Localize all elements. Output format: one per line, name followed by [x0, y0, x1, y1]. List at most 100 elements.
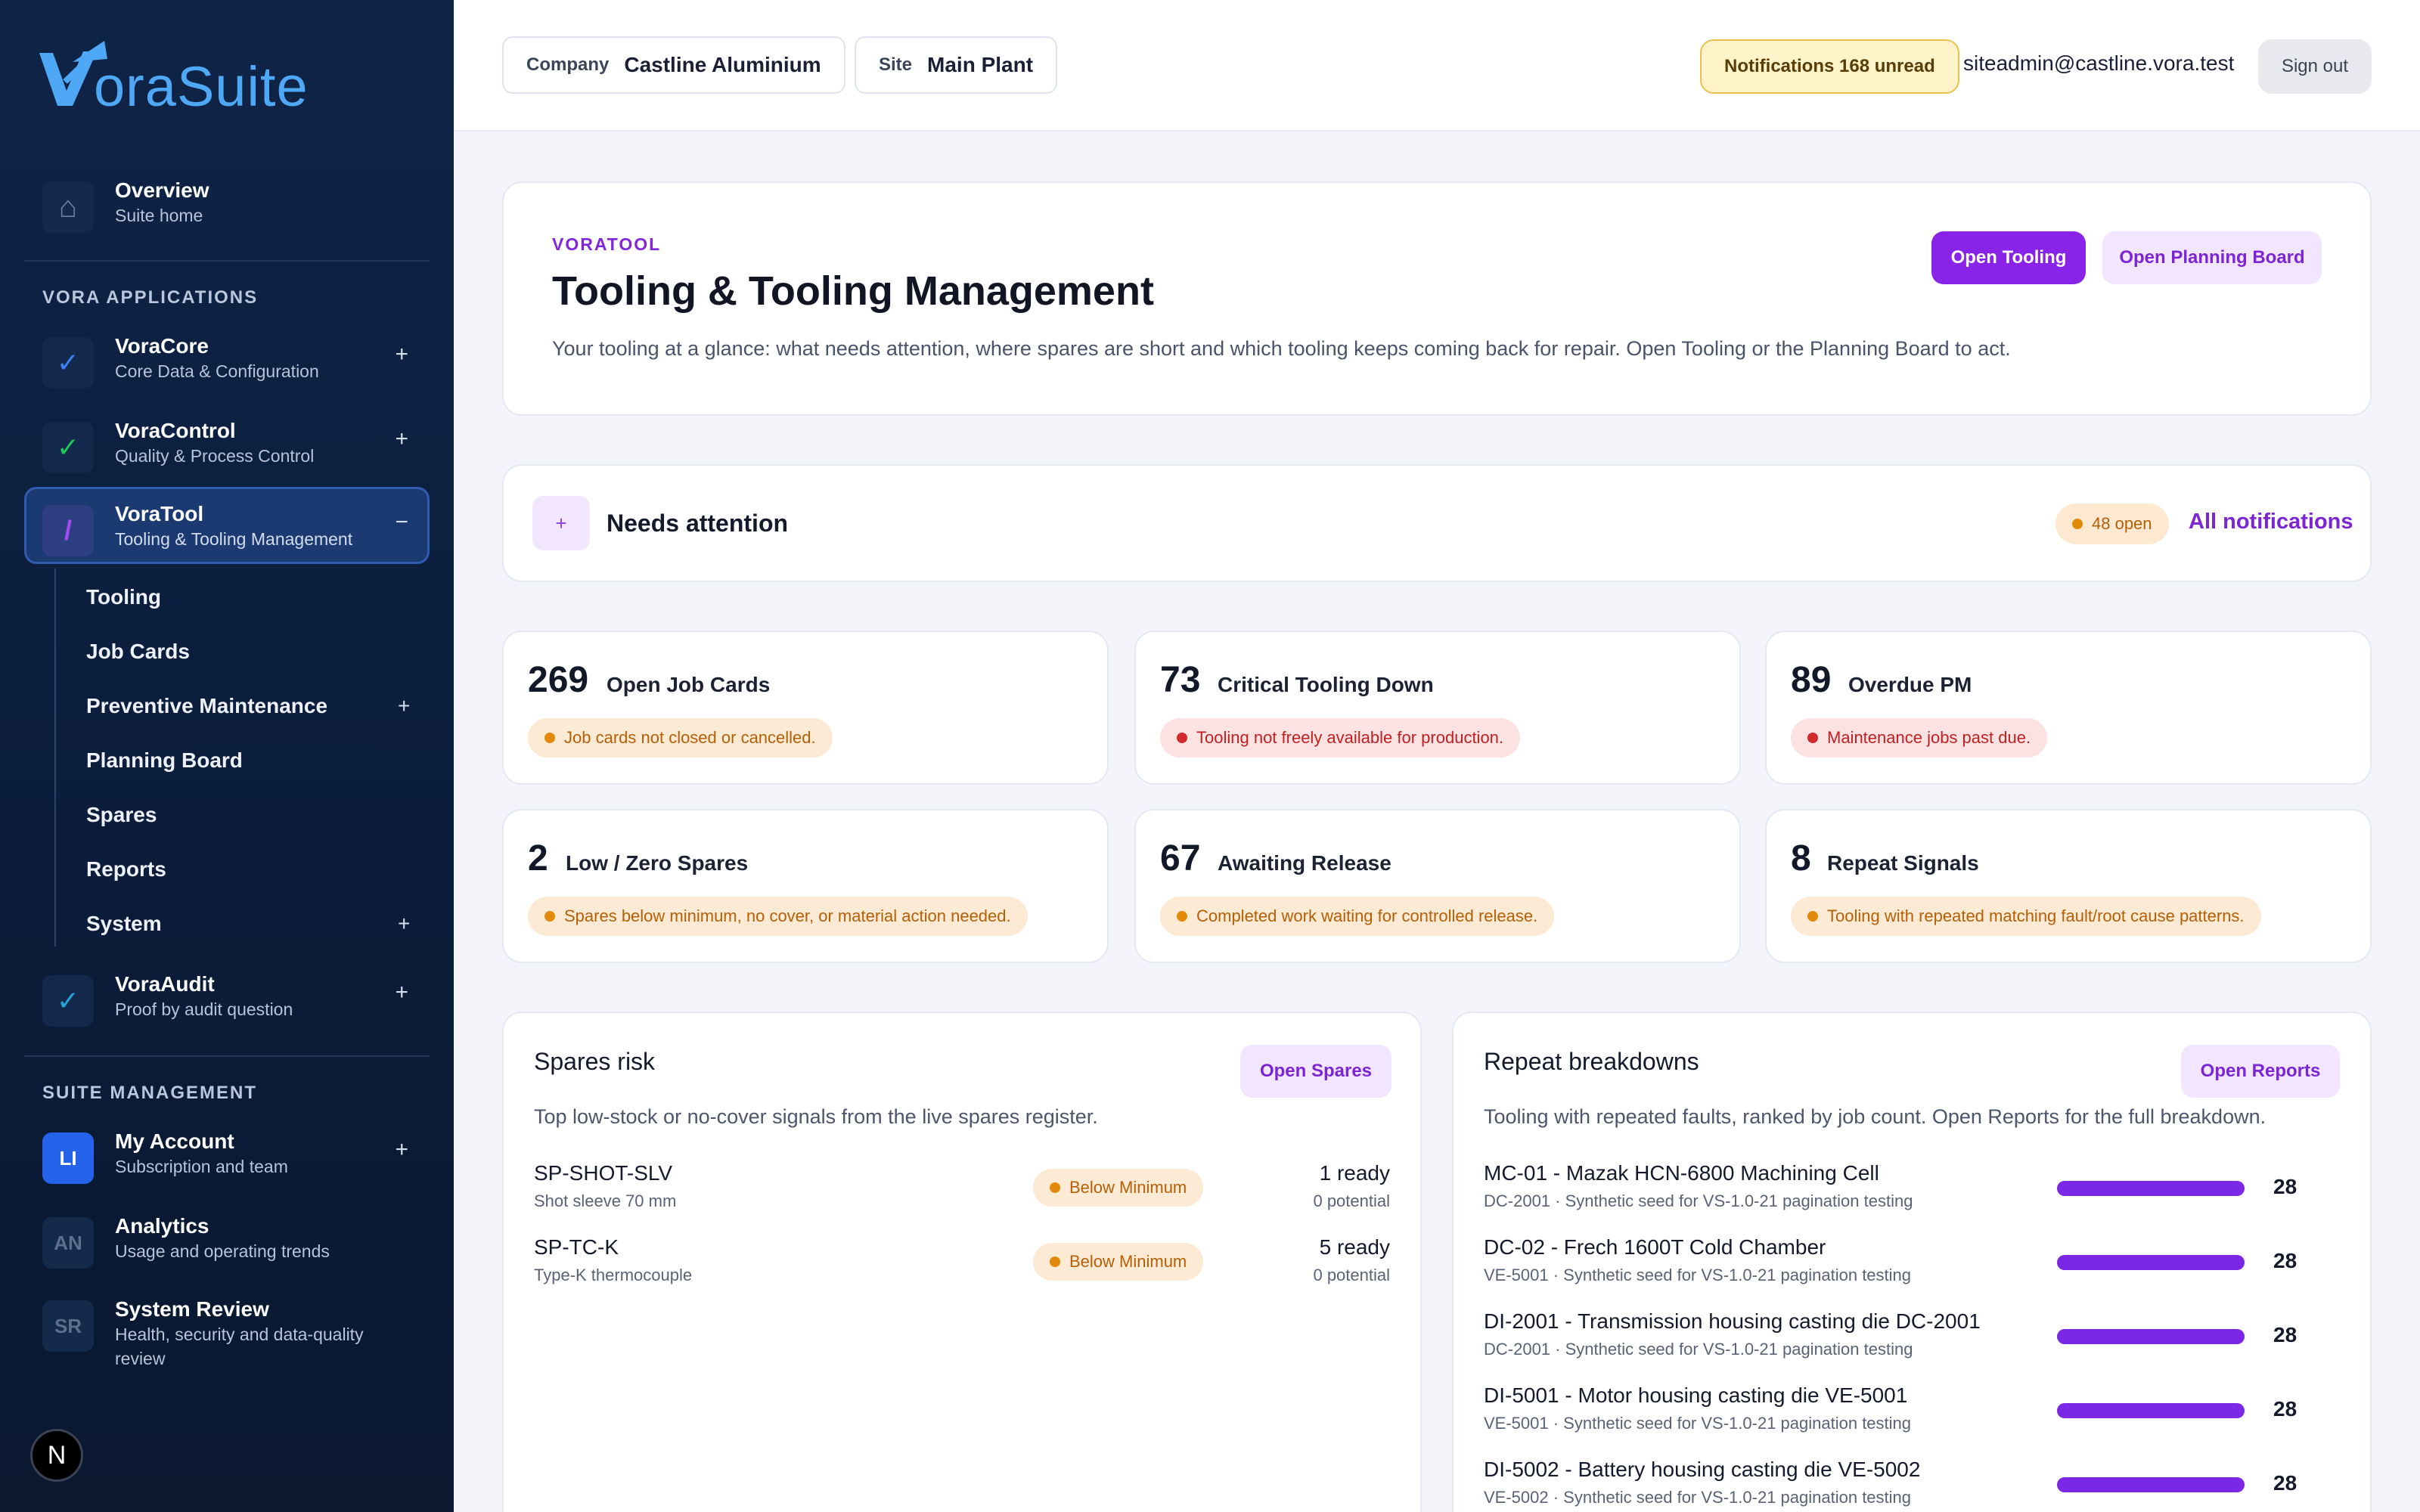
kpi-label: Awaiting Release [1218, 851, 1392, 875]
sidebar-divider [24, 1055, 430, 1057]
expand-icon[interactable]: + [395, 426, 408, 452]
company-value: Castline Aluminium [624, 53, 821, 76]
subnav-planning-board[interactable]: Planning Board [86, 748, 243, 773]
company-selector[interactable]: Company Castline Aluminium [502, 36, 845, 94]
status-dot [1177, 911, 1187, 922]
nav-my-account[interactable]: LI My Account Subscription and team + [24, 1114, 430, 1191]
subnav-system[interactable]: System [86, 912, 162, 936]
kpi-value: 67 [1160, 838, 1201, 878]
nav-my-account-subtitle: Subscription and team [115, 1157, 288, 1176]
expand-icon[interactable]: + [532, 496, 590, 550]
open-count-badge: 48 open [2055, 503, 2169, 544]
kpi-card-repeat-signals[interactable]: 8 Repeat Signals Tooling with repeated m… [1765, 809, 2372, 963]
nav-voratool[interactable]: / VoraTool Tooling & Tooling Management … [24, 487, 430, 564]
status-dot [1177, 733, 1187, 743]
nav-voracore-subtitle: Core Data & Configuration [115, 361, 319, 381]
kpi-note-text: Tooling with repeated matching fault/roo… [1827, 906, 2245, 925]
repeat-count-bar-fill [2057, 1255, 2245, 1270]
sign-out-button[interactable]: Sign out [2258, 39, 2372, 94]
nav-voracore-title: VoraCore [115, 334, 209, 358]
repeat-count-bar [2057, 1329, 2245, 1344]
site-value: Main Plant [927, 53, 1034, 76]
analytics-initials: AN [42, 1217, 94, 1269]
nav-voracontrol[interactable]: ✓ VoraControl Quality & Process Control … [24, 404, 430, 481]
repeat-count-bar-fill [2057, 1329, 2245, 1344]
spare-potential: 0 potential [1313, 1191, 1390, 1210]
user-email: siteadmin@castline.vora.test [1963, 51, 2235, 75]
repeat-count: 28 [2273, 1323, 2297, 1346]
kpi-card-overdue-pm[interactable]: 89 Overdue PM Maintenance jobs past due. [1765, 631, 2372, 785]
section-label-apps: VORA APPLICATIONS [42, 287, 259, 308]
tool-subtitle: DC-2001 · Synthetic seed for VS-1.0-21 p… [1484, 1191, 1913, 1210]
app-launcher-button[interactable]: N [30, 1429, 83, 1482]
status-dot [544, 911, 555, 922]
kpi-label: Low / Zero Spares [566, 851, 749, 875]
expand-icon[interactable]: + [398, 694, 410, 718]
nav-overview-subtitle: Suite home [115, 206, 203, 225]
tool-title: DI-2001 - Transmission housing casting d… [1484, 1309, 1981, 1333]
spare-name: Type-K thermocouple [534, 1266, 693, 1284]
status-dot [544, 733, 555, 743]
kpi-label: Repeat Signals [1827, 851, 1979, 875]
nav-analytics-subtitle: Usage and operating trends [115, 1241, 330, 1261]
kpi-card-open-job-cards[interactable]: 269 Open Job Cards Job cards not closed … [502, 631, 1109, 785]
site-selector[interactable]: Site Main Plant [855, 36, 1058, 94]
kpi-card-critical-tooling-down[interactable]: 73 Critical Tooling Down Tooling not fre… [1134, 631, 1741, 785]
open-spares-button[interactable]: Open Spares [1240, 1045, 1392, 1098]
repeat-breakdowns-title: Repeat breakdowns [1484, 1048, 1699, 1075]
sidebar: oraSuite ⌂ Overview Suite home VORA APPL… [0, 0, 454, 1512]
kpi-card-awaiting-release[interactable]: 67 Awaiting Release Completed work waiti… [1134, 809, 1741, 963]
nav-voracore[interactable]: ✓ VoraCore Core Data & Configuration + [24, 319, 430, 396]
nav-analytics[interactable]: AN Analytics Usage and operating trends [24, 1199, 430, 1276]
subnav-preventive-maintenance[interactable]: Preventive Maintenance [86, 694, 327, 718]
repeat-count: 28 [2273, 1471, 2297, 1495]
subnav-reports[interactable]: Reports [86, 857, 166, 881]
open-planning-board-button[interactable]: Open Planning Board [2102, 231, 2322, 284]
kpi-note-text: Completed work waiting for controlled re… [1196, 906, 1538, 925]
expand-icon[interactable]: + [398, 912, 410, 936]
collapse-icon[interactable]: − [395, 510, 408, 535]
open-reports-button[interactable]: Open Reports [2181, 1045, 2340, 1098]
voraSuite-logo[interactable]: oraSuite [35, 36, 352, 118]
voracore-check-icon: ✓ [42, 337, 94, 389]
nav-voracontrol-subtitle: Quality & Process Control [115, 446, 315, 466]
repeat-count-bar [2057, 1403, 2245, 1418]
open-tooling-button[interactable]: Open Tooling [1931, 231, 2086, 284]
kpi-note: Spares below minimum, no cover, or mater… [528, 897, 1028, 936]
nav-analytics-title: Analytics [115, 1214, 209, 1238]
spare-code: SP-SHOT-SLV [534, 1161, 673, 1185]
nav-system-review[interactable]: SR System Review Health, security and da… [24, 1282, 430, 1380]
repeat-count: 28 [2273, 1175, 2297, 1198]
repeat-breakdowns-description: Tooling with repeated faults, ranked by … [1484, 1105, 2266, 1128]
nav-voraaudit-subtitle: Proof by audit question [115, 999, 293, 1019]
nav-voraaudit[interactable]: ✓ VoraAudit Proof by audit question + [24, 957, 430, 1034]
all-notifications-link[interactable]: All notifications [2189, 510, 2353, 534]
kpi-note: Tooling not freely available for product… [1160, 718, 1521, 758]
status-dot [1807, 733, 1818, 743]
spare-ready: 5 ready [1319, 1235, 1390, 1259]
kpi-note-text: Job cards not closed or cancelled. [564, 728, 816, 747]
subnav-rail [54, 569, 56, 947]
kpi-note: Tooling with repeated matching fault/roo… [1791, 897, 2261, 936]
subnav-job-cards[interactable]: Job Cards [86, 640, 190, 664]
notifications-badge[interactable]: Notifications 168 unread [1700, 39, 1959, 94]
spares-risk-title: Spares risk [534, 1048, 656, 1075]
spare-potential: 0 potential [1313, 1266, 1390, 1284]
spare-ready: 1 ready [1319, 1161, 1390, 1185]
open-count-text: 48 open [2092, 514, 2152, 533]
expand-icon[interactable]: + [395, 342, 408, 367]
company-label: Company [526, 54, 610, 75]
tool-title: MC-01 - Mazak HCN-6800 Machining Cell [1484, 1161, 1879, 1185]
subnav-tooling[interactable]: Tooling [86, 585, 161, 609]
subnav-spares[interactable]: Spares [86, 803, 157, 827]
tool-title: DC-02 - Frech 1600T Cold Chamber [1484, 1235, 1826, 1259]
nav-overview[interactable]: ⌂ Overview Suite home [24, 163, 430, 240]
tool-subtitle: VE-5001 · Synthetic seed for VS-1.0-21 p… [1484, 1266, 1912, 1284]
nav-system-review-subtitle-2: review [115, 1349, 166, 1368]
expand-icon[interactable]: + [395, 1137, 408, 1163]
status-badge-text: Below Minimum [1069, 1178, 1187, 1197]
expand-icon[interactable]: + [395, 980, 408, 1005]
status-badge: Below Minimum [1033, 1243, 1204, 1281]
kpi-card-low-zero-spares[interactable]: 2 Low / Zero Spares Spares below minimum… [502, 809, 1109, 963]
nav-voratool-subtitle: Tooling & Tooling Management [115, 529, 353, 549]
